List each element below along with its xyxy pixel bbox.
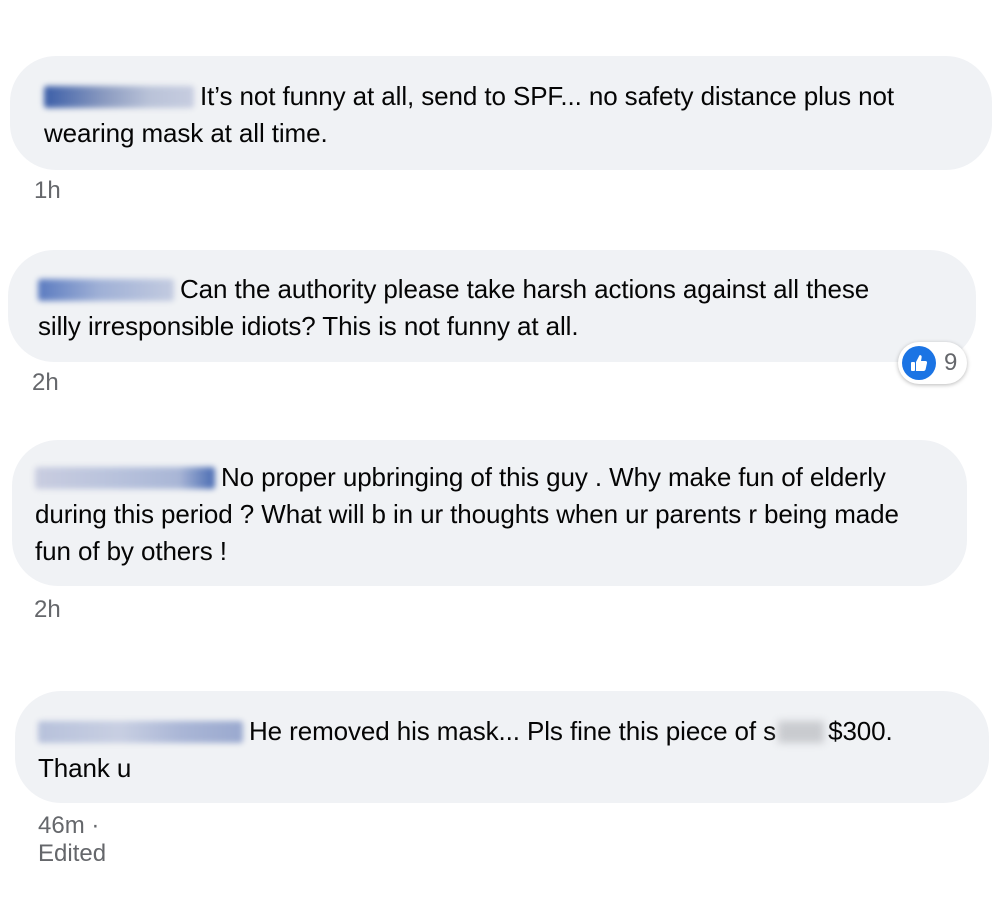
- comment-text-start: He removed his mask... Pls fine this pie…: [249, 716, 777, 746]
- commenter-name-blurred[interactable]: [38, 721, 243, 743]
- commenter-name-blurred[interactable]: [38, 279, 174, 301]
- comment-timestamp[interactable]: 2h: [34, 596, 61, 624]
- meta-separator: ·: [91, 812, 100, 839]
- comment-bubble: It’s not funny at all, send to SPF... no…: [10, 56, 992, 170]
- redacted-word: [778, 721, 825, 743]
- comment-timestamp[interactable]: 2h: [32, 369, 59, 397]
- comment-bubble: No proper upbringing of this guy . Why m…: [12, 440, 967, 586]
- comment-bubble: Can the authority please take harsh acti…: [8, 250, 976, 362]
- comment-timestamp[interactable]: 1h: [34, 177, 61, 205]
- reaction-summary[interactable]: 9: [898, 342, 968, 384]
- comment-bubble: He removed his mask... Pls fine this pie…: [15, 691, 989, 803]
- commenter-name-blurred[interactable]: [35, 467, 215, 489]
- like-icon: [902, 346, 936, 380]
- reaction-count: 9: [944, 349, 958, 376]
- comment-timestamp[interactable]: 46m: [38, 812, 85, 839]
- comment-meta: 46m · Edited: [38, 812, 106, 868]
- edited-label[interactable]: Edited: [38, 840, 106, 867]
- commenter-name-blurred[interactable]: [44, 86, 194, 108]
